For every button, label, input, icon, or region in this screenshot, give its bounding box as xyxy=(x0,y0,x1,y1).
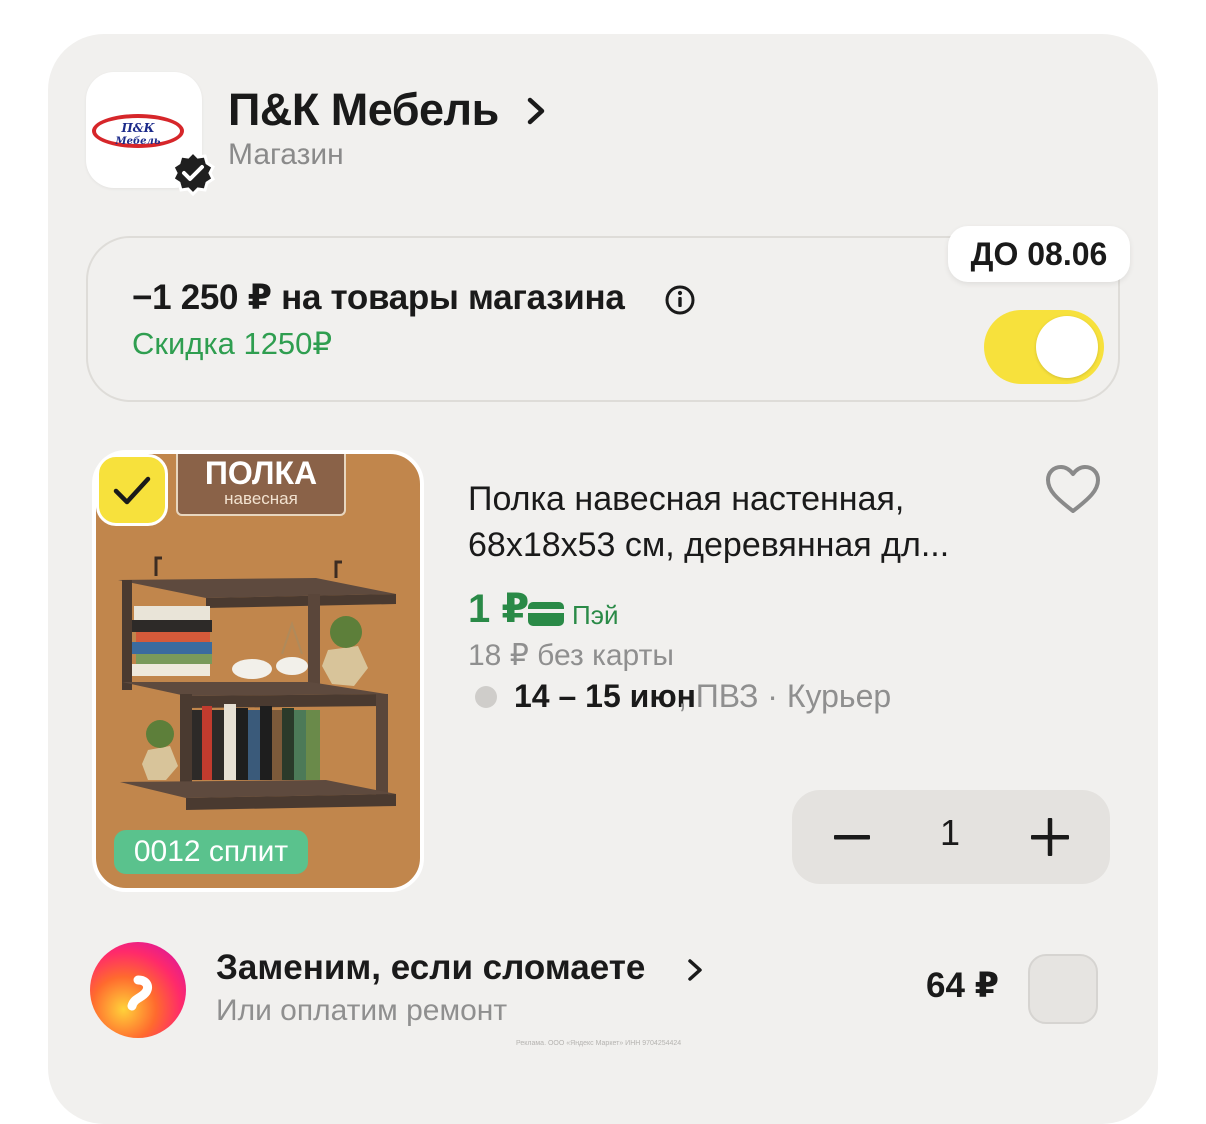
product-price: 1 ₽ xyxy=(468,587,530,631)
verified-badge-icon xyxy=(171,150,215,196)
promo-discount-amount: Скидка 1250₽ xyxy=(132,326,333,361)
price-without-card: 18 ₽ без карты xyxy=(468,639,674,672)
warranty-checkbox[interactable] xyxy=(1028,954,1098,1024)
product-title-line1: Полка навесная настенная, xyxy=(468,480,905,518)
product-title-link[interactable]: Полка навесная настенная, 68x18x53 см, д… xyxy=(468,476,1028,568)
plus-icon[interactable] xyxy=(1026,812,1074,862)
quantity-value: 1 xyxy=(939,812,961,853)
delivery-status-dot xyxy=(475,686,497,708)
promo-title: −1 250 ₽ на товары магазина xyxy=(132,278,625,317)
ad-disclaimer: Реклама. ООО «Яндекс Маркет» ИНН 9704254… xyxy=(516,1040,682,1047)
checkmark-icon xyxy=(113,476,151,505)
delivery-methods: , ПВЗ · Курьер xyxy=(678,678,892,714)
warranty-title-link[interactable]: Заменим, если сломаете xyxy=(216,948,645,988)
product-select-checkbox[interactable] xyxy=(96,454,168,526)
chevron-right-icon[interactable] xyxy=(684,956,706,984)
pay-label: Пэй xyxy=(572,600,619,630)
pay-card-icon xyxy=(528,602,564,626)
split-badge: 0012 сплит xyxy=(114,830,308,874)
logo-text-top: П&К xyxy=(121,121,155,135)
favorite-heart-icon[interactable] xyxy=(1044,464,1102,516)
promo-deadline-badge: ДО 08.06 xyxy=(948,226,1130,282)
warranty-subtitle: Или оплатим ремонт xyxy=(216,994,508,1027)
info-icon[interactable] xyxy=(664,284,696,316)
logo-oval: П&К Мебель xyxy=(92,114,184,148)
chevron-right-icon[interactable] xyxy=(522,94,550,128)
shop-type-label: Магазин xyxy=(228,138,344,171)
delivery-dates: 14 – 15 июн xyxy=(514,678,696,714)
warranty-logo-icon xyxy=(90,942,186,1038)
shop-name-link[interactable]: П&К Мебель xyxy=(228,84,499,136)
toggle-knob xyxy=(1036,316,1098,378)
product-title-line2: 68x18x53 см, деревянная дл... xyxy=(468,526,950,564)
minus-icon[interactable] xyxy=(832,812,872,862)
promo-toggle[interactable] xyxy=(984,310,1104,384)
warranty-price: 64 ₽ xyxy=(926,966,1000,1005)
logo-text-bottom: Мебель xyxy=(115,136,161,147)
